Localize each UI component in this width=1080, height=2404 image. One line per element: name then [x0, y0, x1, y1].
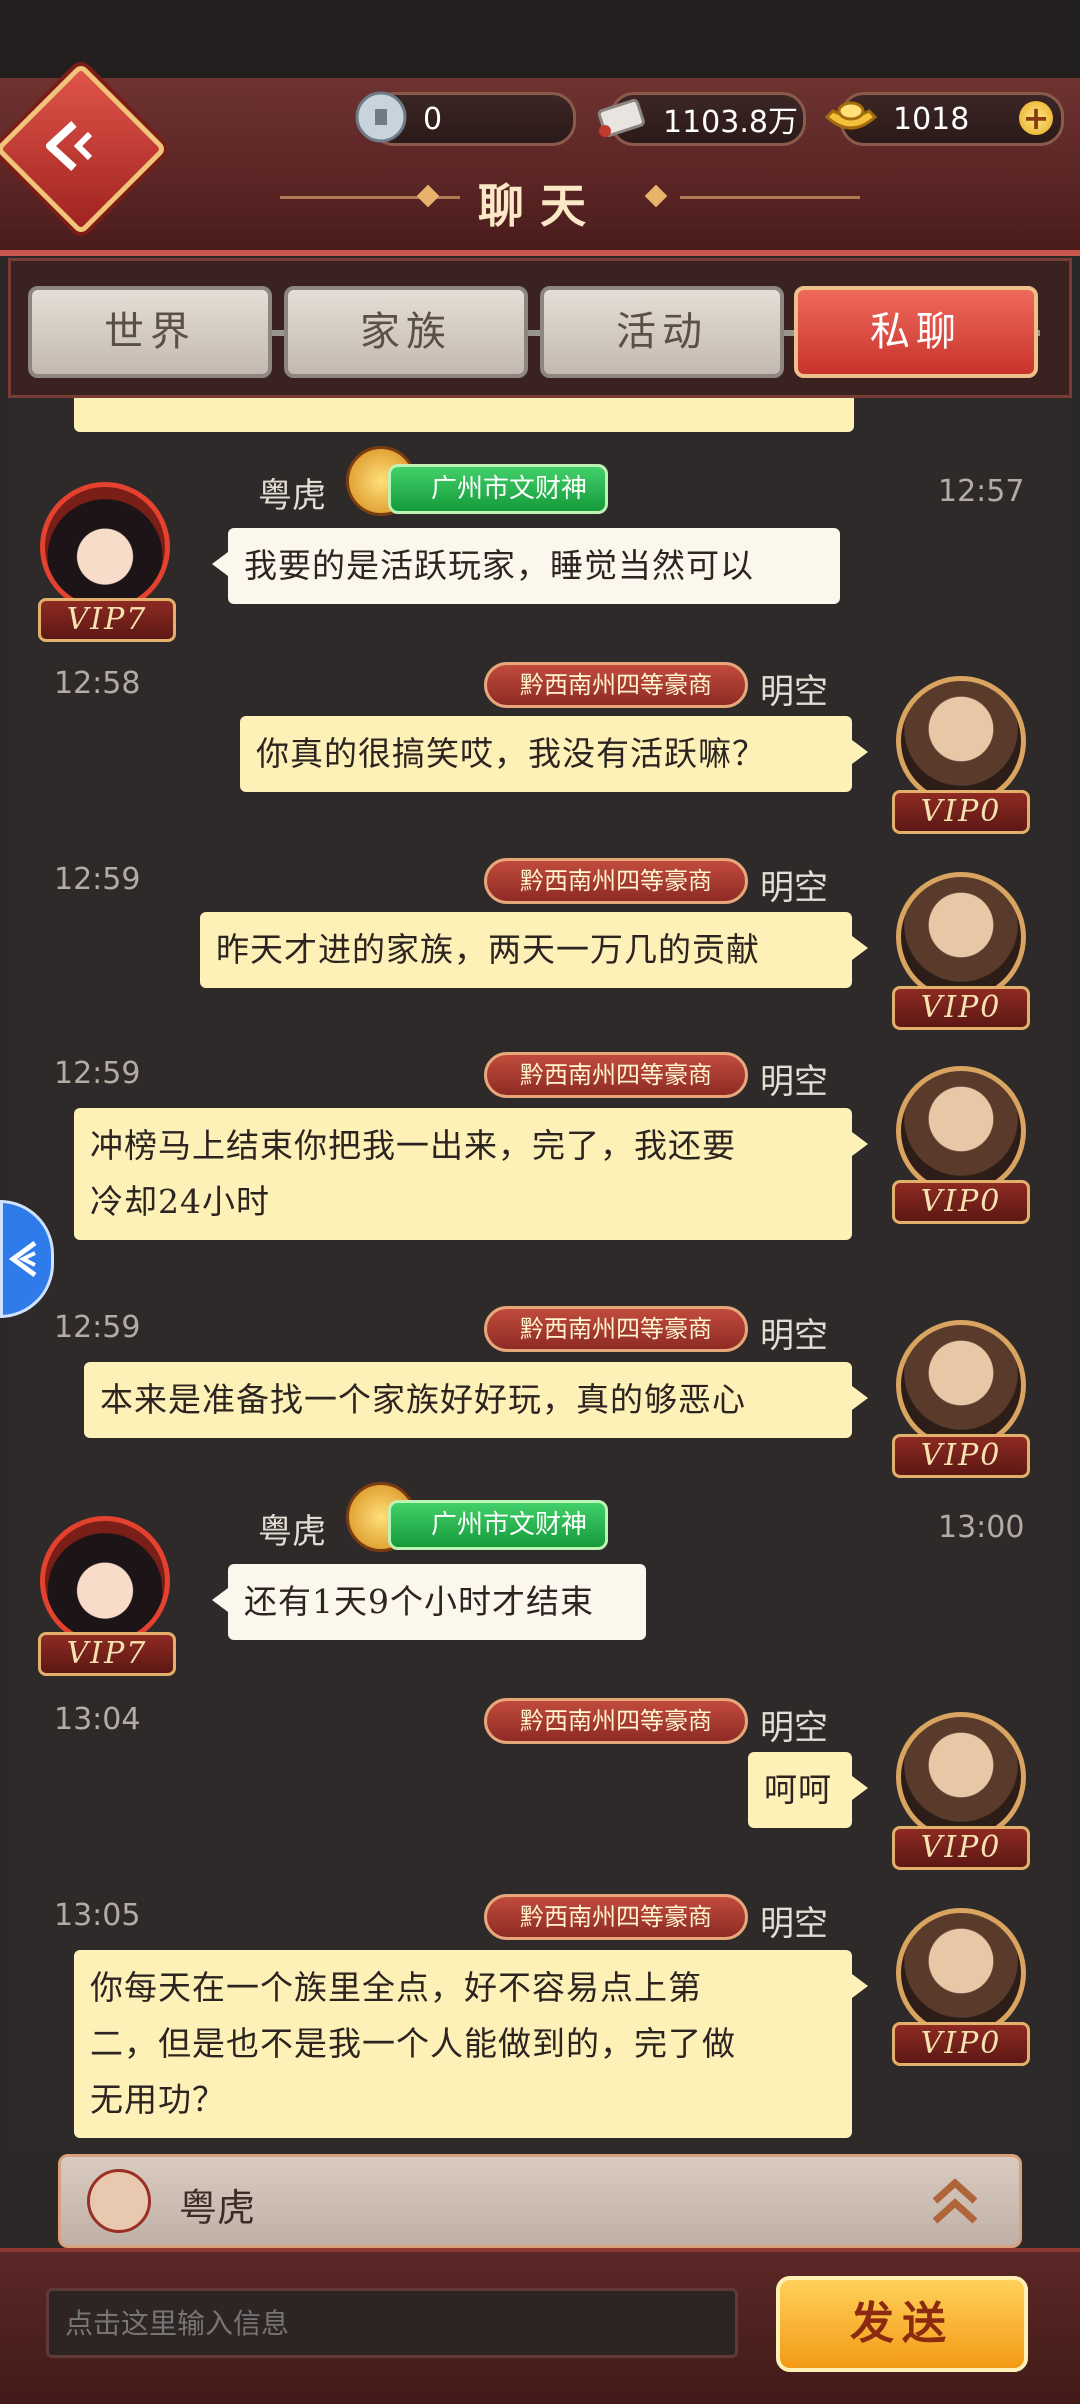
message-bubble: 呵呵 [748, 1752, 868, 1828]
sender-name: 粤虎 [258, 476, 326, 516]
target-avatar [87, 2169, 151, 2233]
sender-name: 明空 [760, 1708, 828, 1748]
message-line: 我要的是活跃玩家，睡觉当然可以 [244, 546, 754, 585]
silver-coin-icon [355, 91, 407, 143]
silver-currency: 0 [355, 91, 576, 146]
avatar[interactable] [896, 1908, 1026, 2038]
avatar[interactable] [40, 1516, 170, 1646]
scroll-currency: 1103.8万 [597, 92, 806, 146]
rank-badge: 黔西南州四等豪商 [484, 662, 748, 708]
vip-badge: VIP7 [38, 598, 176, 642]
rank-badge: 黔西南州四等豪商 [484, 1894, 748, 1940]
message-line: 本来是准备找一个家族好好玩，真的够恶心 [100, 1380, 746, 1419]
message-bubble: 还有1天9个小时才结束 [212, 1564, 646, 1640]
double-chevron-left-icon [9, 1240, 37, 1278]
message-bubble: 本来是准备找一个家族好好玩，真的够恶心 [84, 1362, 868, 1438]
chat-message-list[interactable]: VIP7 粤虎 广州市文财神 12:57 我要的是活跃玩家，睡觉当然可以 12:… [8, 398, 1072, 2146]
tab-family[interactable]: 家族 [284, 286, 528, 378]
message-bubble: 冲榜马上结束你把我一出来，完了，我还要 冷却24小时 [74, 1108, 868, 1240]
message-line: 冷却24小时 [90, 1182, 270, 1221]
title-badge: 广州市文财神 [388, 1500, 609, 1550]
tab-private-chat[interactable]: 私聊 [794, 286, 1038, 378]
message-time: 13:05 [54, 1898, 141, 1933]
sender-name: 明空 [760, 1904, 828, 1944]
message-time: 13:00 [938, 1510, 1025, 1545]
gold-ingot-icon [824, 101, 878, 130]
sender-name: 粤虎 [258, 1512, 326, 1552]
page-title: 聊天 [478, 179, 602, 233]
scroll-icon [597, 98, 645, 137]
tab-activity[interactable]: 活动 [540, 286, 784, 378]
message-line: 冲榜马上结束你把我一出来，完了，我还要 [90, 1126, 736, 1165]
vip-badge: VIP0 [892, 2022, 1030, 2066]
message-input-area: 发送 [0, 2248, 1080, 2404]
avatar[interactable] [896, 1066, 1026, 1196]
message-line: 昨天才进的家族，两天一万几的贡献 [216, 930, 760, 969]
title-divider-right [680, 196, 860, 199]
gold-currency: 1018 + [824, 92, 1064, 146]
message-time: 13:04 [54, 1702, 141, 1737]
vip-badge: VIP7 [38, 1632, 176, 1676]
back-arrow-icon [46, 121, 93, 171]
vip-badge: VIP0 [892, 1826, 1030, 1870]
sender-name: 明空 [760, 672, 828, 712]
avatar[interactable] [40, 482, 170, 612]
message-bubble: 你真的很搞笑哎，我没有活跃嘛？ [240, 716, 868, 792]
header: 0 1103.8万 1018 + 聊天 [0, 62, 1080, 256]
vip-badge: VIP0 [892, 986, 1030, 1030]
tab-world[interactable]: 世界 [28, 286, 272, 378]
vip-badge: VIP0 [892, 1434, 1030, 1478]
vip-badge: VIP0 [892, 1180, 1030, 1224]
title-badge: 广州市文财神 [388, 464, 609, 514]
add-gold-plus-icon[interactable]: + [1019, 101, 1053, 135]
message-line: 你真的很搞笑哎，我没有活跃嘛？ [256, 734, 766, 773]
avatar[interactable] [896, 872, 1026, 1002]
message-line: 你每天在一个族里全点，好不容易点上第 [90, 1968, 702, 2007]
chevron-up-icon[interactable] [931, 2177, 979, 2229]
message-line: 呵呵 [764, 1770, 832, 1809]
message-bubble: 昨天才进的家族，两天一万几的贡献 [200, 912, 868, 988]
rank-badge: 黔西南州四等豪商 [484, 1306, 748, 1352]
message-bubble: 你每天在一个族里全点，好不容易点上第 二，但是也不是我一个人能做到的，完了做 无… [74, 1950, 868, 2138]
message-input[interactable] [46, 2288, 738, 2358]
vip-badge: VIP0 [892, 790, 1030, 834]
message-line: 还有1天9个小时才结束 [244, 1582, 594, 1621]
message-line: 无用功？ [90, 2080, 226, 2119]
send-button[interactable]: 发送 [776, 2276, 1028, 2372]
rank-badge: 黔西南州四等豪商 [484, 1698, 748, 1744]
message-time: 12:58 [54, 666, 141, 701]
target-name: 粤虎 [179, 2186, 256, 2230]
message-time: 12:59 [54, 1056, 141, 1091]
rank-badge: 黔西南州四等豪商 [484, 1052, 748, 1098]
sender-name: 明空 [760, 1316, 828, 1356]
message-time: 12:57 [938, 474, 1025, 509]
chat-target-selector[interactable]: 粤虎 [58, 2154, 1022, 2248]
sender-name: 明空 [760, 868, 828, 908]
sender-name: 明空 [760, 1062, 828, 1102]
message-time: 12:59 [54, 862, 141, 897]
message-time: 12:59 [54, 1310, 141, 1345]
status-bar [0, 0, 1080, 78]
avatar[interactable] [896, 1712, 1026, 1842]
rank-badge: 黔西南州四等豪商 [484, 858, 748, 904]
message-line: 二，但是也不是我一个人能做到的，完了做 [90, 2024, 736, 2063]
message-bubble: 我要的是活跃玩家，睡觉当然可以 [212, 528, 840, 604]
avatar[interactable] [896, 676, 1026, 806]
message-bubble-partial [74, 398, 854, 432]
avatar[interactable] [896, 1320, 1026, 1450]
